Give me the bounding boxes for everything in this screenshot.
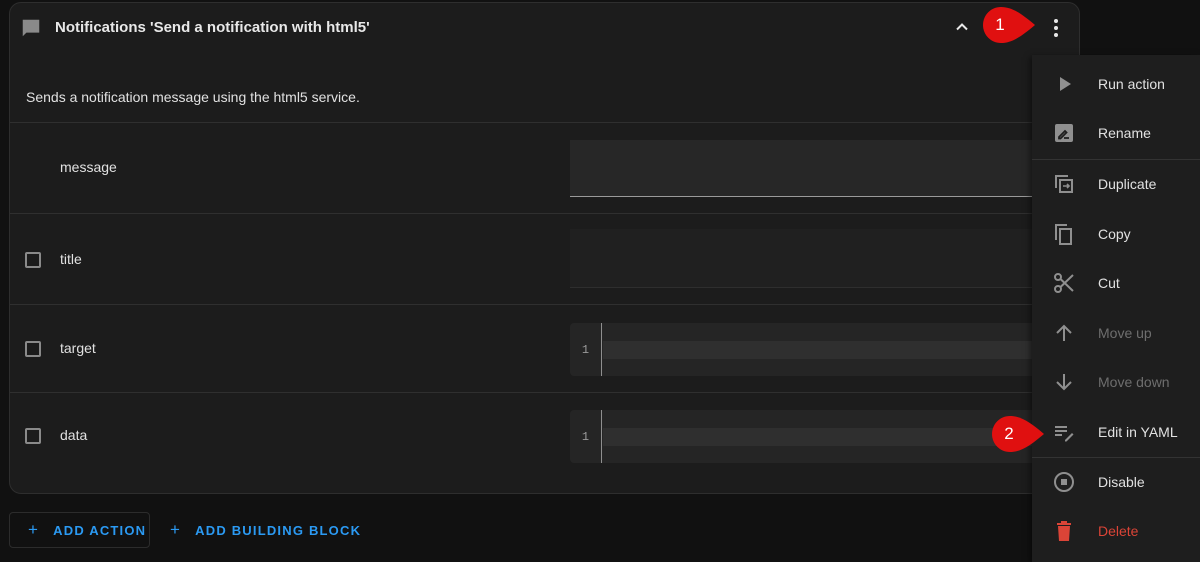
menu-item-label: Rename: [1098, 125, 1151, 141]
plus-icon: +: [28, 520, 40, 539]
annotation-marker-1: 1: [983, 7, 1037, 43]
more-options-icon[interactable]: [1046, 17, 1066, 39]
line-number: 1: [570, 323, 602, 376]
menu-item-disable[interactable]: Disable: [1032, 458, 1200, 506]
target-code-editor[interactable]: 1: [570, 323, 1079, 376]
menu-item-label: Copy: [1098, 226, 1131, 242]
card-description: Sends a notification message using the h…: [26, 89, 360, 105]
menu-item-delete[interactable]: Delete: [1032, 507, 1200, 555]
active-line: [603, 341, 1079, 359]
add-building-block-button[interactable]: + ADD BUILDING BLOCK: [160, 512, 361, 548]
field-row-title: title: [10, 213, 1079, 305]
scissors-icon: [1054, 273, 1074, 293]
message-icon: [22, 19, 40, 37]
plus-icon: +: [170, 520, 182, 539]
annotation-number: 1: [995, 15, 1005, 34]
rename-icon: [1055, 124, 1073, 142]
edit-yaml-icon: [1055, 426, 1074, 442]
menu-item-move-down[interactable]: Move down: [1032, 358, 1200, 406]
add-building-block-label: ADD BUILDING BLOCK: [195, 522, 362, 538]
duplicate-icon: [1055, 175, 1073, 193]
add-action-button[interactable]: + ADD ACTION: [9, 512, 150, 548]
field-label: data: [60, 427, 88, 443]
menu-item-label: Move up: [1098, 325, 1152, 341]
menu-item-duplicate[interactable]: Duplicate: [1032, 160, 1200, 208]
field-label: message: [60, 159, 117, 175]
card-title: Notifications 'Send a notification with …: [55, 19, 370, 36]
target-checkbox[interactable]: [25, 341, 41, 357]
arrow-up-icon: [1056, 324, 1072, 341]
field-label: title: [60, 251, 82, 267]
menu-item-copy[interactable]: Copy: [1032, 210, 1200, 258]
trash-icon: [1057, 521, 1071, 541]
annotation-number: 2: [1004, 424, 1014, 443]
menu-item-label: Duplicate: [1098, 176, 1157, 192]
field-row-message: message: [10, 122, 1079, 214]
menu-item-label: Cut: [1098, 275, 1120, 291]
add-action-label: ADD ACTION: [53, 522, 147, 538]
field-row-target: target 1: [10, 304, 1079, 393]
copy-icon: [1055, 224, 1072, 245]
title-checkbox[interactable]: [25, 252, 41, 268]
menu-item-cut[interactable]: Cut: [1032, 259, 1200, 307]
field-row-data: data 1: [10, 392, 1079, 493]
action-card: Notifications 'Send a notification with …: [9, 2, 1080, 494]
message-input[interactable]: [570, 140, 1079, 197]
arrow-down-icon: [1056, 374, 1072, 391]
menu-item-label: Disable: [1098, 474, 1145, 490]
disable-icon: [1054, 472, 1074, 492]
data-checkbox[interactable]: [25, 428, 41, 444]
menu-item-edit-yaml[interactable]: Edit in YAML: [1032, 408, 1200, 456]
menu-item-rename[interactable]: Rename: [1032, 109, 1200, 157]
title-input[interactable]: [570, 229, 1079, 288]
annotation-marker-2: 2: [992, 416, 1046, 452]
menu-item-label: Run action: [1098, 76, 1165, 92]
menu-item-move-up[interactable]: Move up: [1032, 309, 1200, 357]
menu-item-label: Move down: [1098, 374, 1170, 390]
line-number: 1: [570, 410, 602, 463]
menu-item-label: Edit in YAML: [1098, 424, 1178, 440]
menu-item-label: Delete: [1098, 523, 1139, 539]
chevron-up-icon[interactable]: [952, 17, 972, 37]
card-header[interactable]: Notifications 'Send a notification with …: [10, 3, 1079, 53]
overflow-menu: Run action Rename Duplicate Copy Cut Mov…: [1032, 55, 1200, 562]
field-label: target: [60, 340, 96, 356]
menu-item-run-action[interactable]: Run action: [1032, 60, 1200, 108]
play-icon: [1060, 77, 1071, 91]
